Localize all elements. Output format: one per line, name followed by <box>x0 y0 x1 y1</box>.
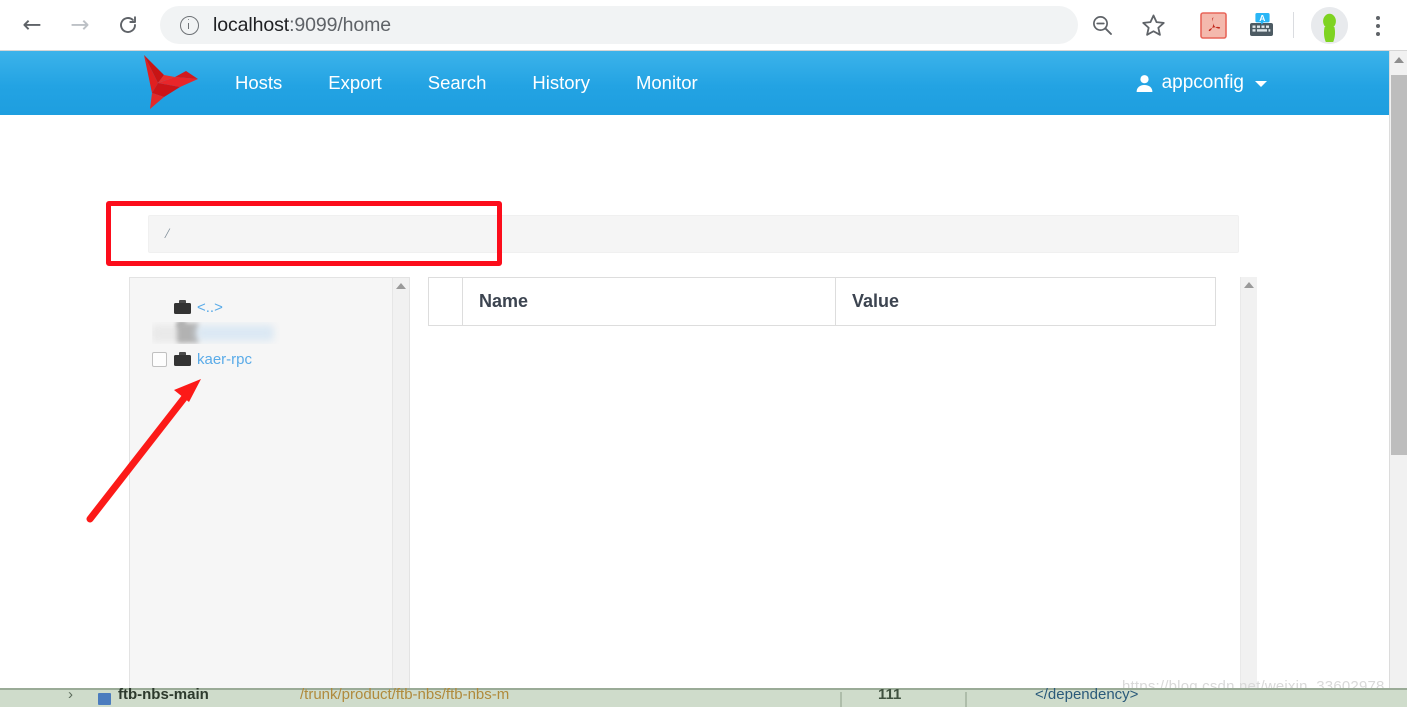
nav-link-search[interactable]: Search <box>405 51 510 115</box>
sliver-code-text: </dependency> <box>1035 688 1139 703</box>
config-table-panel: Name Value <box>428 277 1257 707</box>
browser-toolbar: ← → localhost:9099/home A <box>0 0 1407 51</box>
user-icon <box>1136 74 1152 92</box>
red-bird-logo-icon[interactable] <box>128 53 204 109</box>
reload-button[interactable] <box>110 7 146 43</box>
table-header: Name Value <box>428 277 1216 326</box>
sliver-file-icon <box>98 693 111 705</box>
redacted-content <box>152 322 280 344</box>
url-path: :9099/home <box>289 13 392 36</box>
config-table: Name Value <box>428 277 1216 326</box>
sliver-body: › ftb-nbs-main /trunk/product/ftb-nbs/ft… <box>0 688 1407 707</box>
scroll-up-arrow-icon[interactable] <box>1390 51 1407 69</box>
directory-tree-list: <..> kaer-rpc <box>130 294 380 372</box>
nav-link-monitor[interactable]: Monitor <box>613 51 721 115</box>
scrollbar-thumb[interactable] <box>1391 75 1407 455</box>
tree-checkbox-spacer <box>152 300 167 315</box>
app-navbar: Hosts Export Search History Monitor appc… <box>0 51 1389 115</box>
directory-tree-panel[interactable]: <..> kaer-rpc <box>129 277 410 707</box>
tree-item-checkbox[interactable] <box>152 351 167 367</box>
tree-item-kaer-rpc[interactable]: kaer-rpc <box>130 346 380 372</box>
table-panel-scrollbar[interactable] <box>1240 277 1257 707</box>
folder-icon <box>174 352 191 366</box>
page-viewport: Hosts Export Search History Monitor appc… <box>0 51 1389 707</box>
scroll-up-arrow-icon[interactable] <box>396 283 406 289</box>
reload-icon <box>120 16 136 33</box>
scroll-up-arrow-icon[interactable] <box>1244 282 1254 288</box>
three-dot-menu-icon[interactable] <box>1363 9 1393 42</box>
star-icon[interactable] <box>1140 12 1167 39</box>
sliver-project-name: ftb-nbs-main <box>118 688 209 703</box>
navbar-links: Hosts Export Search History Monitor <box>212 51 721 115</box>
zoom-out-icon[interactable] <box>1090 13 1115 38</box>
tree-item-label[interactable]: <..> <box>197 299 223 316</box>
menu-dot <box>1376 31 1380 36</box>
user-menu[interactable]: appconfig <box>1135 51 1267 115</box>
back-button[interactable]: ← <box>14 7 50 43</box>
menu-dot <box>1376 23 1380 28</box>
tree-panel-scrollbar[interactable] <box>392 278 409 707</box>
forward-button[interactable]: → <box>62 7 98 43</box>
nav-link-export[interactable]: Export <box>305 51 404 115</box>
background-window-sliver: › ftb-nbs-main /trunk/product/ftb-nbs/ft… <box>0 688 1407 707</box>
tree-item-redacted[interactable] <box>130 320 380 346</box>
nav-link-history[interactable]: History <box>509 51 613 115</box>
table-header-row: Name Value <box>428 277 1216 326</box>
address-bar[interactable]: localhost:9099/home <box>160 6 1078 44</box>
site-info-icon[interactable] <box>180 15 199 35</box>
sliver-separator <box>840 692 842 707</box>
user-name: appconfig <box>1161 72 1244 93</box>
path-input-value: / <box>165 225 170 242</box>
sliver-separator <box>965 692 967 707</box>
sliver-chevron-icon: › <box>68 688 73 703</box>
sliver-line-count: 111 <box>878 688 902 703</box>
tree-item-parent[interactable]: <..> <box>130 294 380 320</box>
menu-dot <box>1376 15 1380 20</box>
table-header-name[interactable]: Name <box>462 277 836 326</box>
arrow-right-icon: → <box>70 11 90 38</box>
svg-text:A: A <box>1259 13 1265 23</box>
url-text: localhost:9099/home <box>213 14 391 37</box>
sliver-project-path: /trunk/product/ftb-nbs/ftb-nbs-m <box>300 688 510 703</box>
translate-extension-icon[interactable]: A <box>1248 12 1275 39</box>
folder-icon <box>174 300 191 314</box>
adobe-acrobat-extension-icon[interactable] <box>1200 12 1227 39</box>
table-header-value[interactable]: Value <box>835 277 1216 326</box>
arrow-left-icon: ← <box>22 11 42 38</box>
browser-scrollbar[interactable] <box>1389 51 1407 707</box>
tree-item-label[interactable]: kaer-rpc <box>197 351 252 368</box>
table-header-checkbox-col <box>428 277 463 326</box>
profile-avatar-icon[interactable] <box>1311 7 1348 44</box>
url-host: localhost <box>213 13 290 36</box>
nav-link-hosts[interactable]: Hosts <box>212 51 305 115</box>
caret-down-icon <box>1255 81 1267 87</box>
path-input[interactable]: / <box>148 215 1239 253</box>
toolbar-divider <box>1293 12 1294 38</box>
